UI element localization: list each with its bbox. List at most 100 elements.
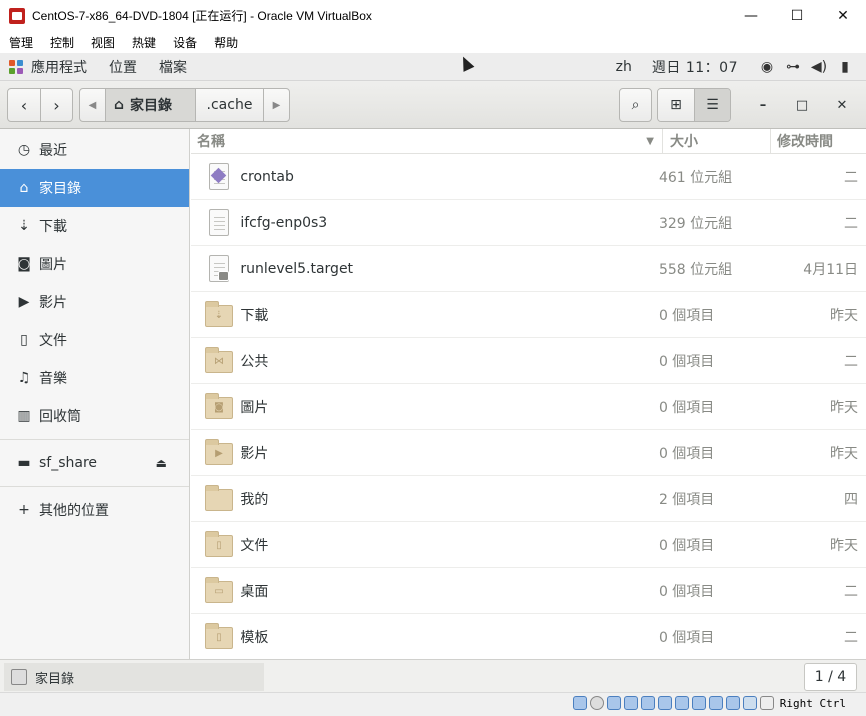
file-row[interactable]: runlevel5.target 558 位元組 4月11日	[191, 246, 866, 292]
clock[interactable]: 週日 11：07	[652, 57, 738, 77]
input-language-indicator[interactable]: zh	[616, 59, 632, 75]
sort-descending-icon: ▼	[646, 135, 654, 147]
sidebar-item-videos[interactable]: ▶ 影片	[0, 283, 189, 321]
sidebar-item-label: 最近	[39, 143, 67, 159]
sidebar-item-sf-share[interactable]: ▬ sf_share ⏏	[0, 444, 189, 482]
workspace-indicator[interactable]: 1 / 4	[804, 663, 857, 691]
path-home-button[interactable]: ⌂ 家目錄	[105, 89, 196, 121]
documents-folder-icon: ▯	[205, 530, 233, 560]
applications-menu[interactable]: 應用程式	[31, 57, 87, 77]
forward-button[interactable]: ›	[40, 89, 72, 121]
file-size: 2 個項目	[658, 491, 715, 508]
desktop-folder-icon: ▭	[205, 576, 233, 606]
window-maximize-button[interactable]: ☐	[774, 0, 820, 31]
display-icon[interactable]	[674, 696, 689, 710]
list-view-button[interactable]: ☰	[694, 89, 730, 121]
gnome-logo-icon	[9, 59, 23, 74]
path-bar: ◀ ⌂ 家目錄 .cache ▶	[79, 88, 290, 122]
search-button[interactable]: ⌕	[619, 88, 652, 122]
menu-view[interactable]: 视图	[82, 34, 123, 51]
file-size: 0 個項目	[658, 445, 715, 462]
sidebar-item-trash[interactable]: ▥ 回收筒	[0, 397, 189, 435]
virtualbox-statusbar: Right Ctrl	[0, 692, 866, 716]
camera-icon: ◙	[17, 256, 31, 272]
window-minimize-button[interactable]: —	[728, 0, 774, 31]
menu-help[interactable]: 帮助	[205, 34, 246, 51]
sidebar-item-pictures[interactable]: ◙ 圖片	[0, 245, 189, 283]
window-title: CentOS-7-x86_64-DVD-1804 [正在运行] - Oracle…	[32, 9, 372, 23]
sidebar-item-other-locations[interactable]: + 其他的位置	[0, 491, 189, 529]
path-scroll-right-button[interactable]: ▶	[264, 89, 289, 121]
folder-row[interactable]: ⋈ 公共 0 個項目 二	[191, 338, 866, 384]
sidebar-item-home[interactable]: ⌂ 家目錄	[0, 169, 189, 207]
network-adapter-icon[interactable]	[623, 696, 638, 710]
folder-row[interactable]: ⇣ 下載 0 個項目 昨天	[191, 292, 866, 338]
back-button[interactable]: ‹	[8, 89, 40, 121]
folder-row[interactable]: ▯ 文件 0 個項目 昨天	[191, 522, 866, 568]
folder-row[interactable]: ▶ 影片 0 個項目 昨天	[191, 430, 866, 476]
sidebar-item-documents[interactable]: ▯ 文件	[0, 321, 189, 359]
shared-folders-icon[interactable]	[657, 696, 672, 710]
hard-disk-icon[interactable]	[572, 696, 587, 710]
video-capture-icon[interactable]	[691, 696, 706, 710]
virtualbox-app-icon	[9, 7, 25, 24]
document-icon: ▯	[20, 332, 28, 348]
sidebar-item-music[interactable]: ♫ 音樂	[0, 359, 189, 397]
column-header-name[interactable]: 名稱 ▼	[191, 129, 663, 154]
battery-icon[interactable]: ▮	[832, 53, 858, 81]
file-name: 圖片	[240, 399, 269, 416]
cpu-icon[interactable]	[708, 696, 723, 710]
keyboard-icon[interactable]	[742, 696, 757, 710]
optical-drive-icon[interactable]	[589, 696, 604, 710]
file-size: 461 位元組	[658, 169, 733, 186]
window-close-button[interactable]: ✕	[820, 0, 866, 31]
file-size: 0 個項目	[658, 583, 715, 600]
menu-manage[interactable]: 管理	[0, 34, 41, 51]
path-scroll-left-button[interactable]: ◀	[80, 89, 105, 121]
file-row[interactable]: crontab 461 位元組 二	[191, 154, 866, 200]
menu-devices[interactable]: 设备	[164, 34, 205, 51]
eject-icon[interactable]: ⏏	[156, 456, 167, 470]
accessibility-icon[interactable]: ◉	[754, 53, 780, 81]
mouse-integration-icon[interactable]	[725, 696, 740, 710]
file-manager-icon	[11, 669, 27, 685]
places-menu[interactable]: 位置	[109, 57, 137, 77]
menu-hotkey[interactable]: 热键	[123, 34, 164, 51]
sidebar-item-label: sf_share	[39, 455, 98, 471]
folder-row[interactable]: ▭ 桌面 0 個項目 二	[191, 568, 866, 614]
usb-icon[interactable]	[640, 696, 655, 710]
path-cache-button[interactable]: .cache	[196, 89, 264, 121]
sidebar-item-downloads[interactable]: ⇣ 下載	[0, 207, 189, 245]
file-size: 0 個項目	[658, 537, 715, 554]
nautilus-headerbar: ‹ › ◀ ⌂ 家目錄 .cache ▶ ⌕ ⊞ ☰ – □ ✕	[0, 81, 866, 129]
file-name: 我的	[240, 491, 269, 508]
close-button[interactable]: ✕	[832, 95, 852, 115]
taskbar-window-label: 家目錄	[35, 671, 75, 687]
sidebar-item-label: 圖片	[39, 257, 67, 273]
sidebar-item-recent[interactable]: ◷ 最近	[0, 131, 189, 169]
column-header-modified[interactable]: 修改時間	[771, 129, 833, 154]
file-size: 329 位元組	[658, 215, 733, 232]
files-menu[interactable]: 檔案	[159, 57, 187, 77]
download-icon: ⇣	[18, 218, 30, 234]
file-modified: 四	[844, 491, 859, 508]
minimize-button[interactable]: –	[753, 95, 773, 115]
sidebar-item-label: 家目錄	[39, 181, 81, 197]
home-icon: ⌂	[114, 97, 125, 113]
file-name: runlevel5.target	[240, 260, 354, 277]
folder-row[interactable]: ▯ 模板 0 個項目 二	[191, 614, 866, 659]
column-header-size[interactable]: 大小	[663, 129, 771, 154]
file-name: ifcfg-enp0s3	[240, 214, 328, 231]
file-modified: 二	[844, 169, 859, 186]
audio-icon[interactable]	[606, 696, 621, 710]
file-row[interactable]: ifcfg-enp0s3 329 位元組 二	[191, 200, 866, 246]
folder-row[interactable]: ◙ 圖片 0 個項目 昨天	[191, 384, 866, 430]
folder-row[interactable]: 我的 2 個項目 四	[191, 476, 866, 522]
menu-control[interactable]: 控制	[41, 34, 82, 51]
grid-view-button[interactable]: ⊞	[658, 89, 694, 121]
volume-icon[interactable]: ◀)	[806, 53, 832, 81]
sidebar-item-label: 下載	[39, 219, 67, 235]
network-icon[interactable]: ⊶	[780, 53, 806, 81]
taskbar-window-button[interactable]: 家目錄	[4, 663, 264, 691]
maximize-button[interactable]: □	[792, 95, 812, 115]
